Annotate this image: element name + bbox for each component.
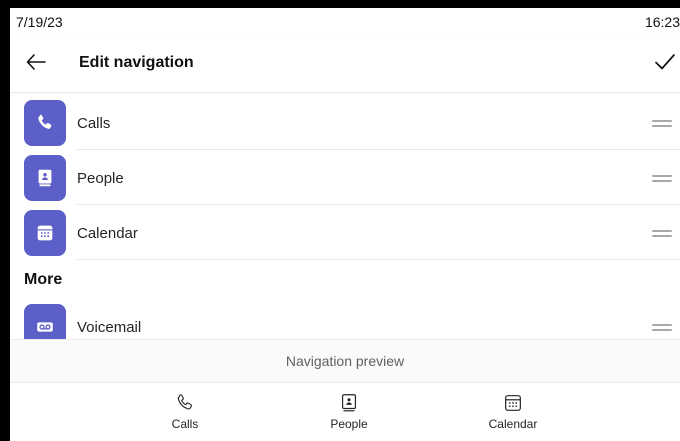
contact-book-icon [38,169,52,187]
bottom-nav-label: People [330,417,368,431]
navigation-list: Calls People Calendar More Voicemail [10,93,680,339]
people-tile [24,155,66,201]
voicemail-tile [24,304,66,339]
bottom-nav-label: Calendar [488,417,538,431]
status-date: 7/19/23 [16,14,63,30]
bottom-nav-calls[interactable]: Calls [140,392,230,431]
header: Edit navigation [10,35,680,93]
page-title: Edit navigation [79,54,194,71]
calendar-icon [37,225,53,241]
contact-book-icon [341,394,357,412]
back-arrow-icon[interactable] [24,50,48,74]
phone-icon [177,394,192,410]
section-title-more: More [24,271,63,288]
checkmark-icon[interactable] [652,50,678,74]
bottom-nav-preview: Calls People Calendar [10,382,680,441]
nav-item-calendar[interactable]: Calendar [10,205,680,260]
status-bar: 7/19/23 16:23 [10,8,680,35]
drag-handle-icon[interactable] [652,175,672,183]
divider [77,259,680,260]
drag-handle-icon[interactable] [652,324,672,332]
drag-handle-icon[interactable] [652,230,672,238]
bottom-nav-people[interactable]: People [304,392,394,431]
nav-item-label: Calendar [77,225,138,242]
nav-item-label: Calls [77,115,111,132]
navigation-preview-bar: Navigation preview [10,339,680,383]
device-screen: 7/19/23 16:23 Edit navigation Calls Peop… [10,8,680,441]
calendar-tile [24,210,66,256]
calls-tile [24,100,66,146]
drag-handle-icon[interactable] [652,120,672,128]
nav-item-label: People [77,170,124,187]
navigation-preview-label: Navigation preview [285,353,405,369]
nav-item-people[interactable]: People [10,150,680,205]
nav-item-label: Voicemail [77,319,142,336]
calendar-icon [505,395,521,411]
nav-item-calls[interactable]: Calls [10,95,680,150]
phone-icon [38,114,52,129]
bottom-nav-label: Calls [171,417,199,431]
voicemail-icon [37,322,53,332]
nav-item-voicemail[interactable]: Voicemail [10,299,680,339]
bottom-nav-calendar[interactable]: Calendar [468,392,558,431]
status-time: 16:23 [644,14,680,30]
